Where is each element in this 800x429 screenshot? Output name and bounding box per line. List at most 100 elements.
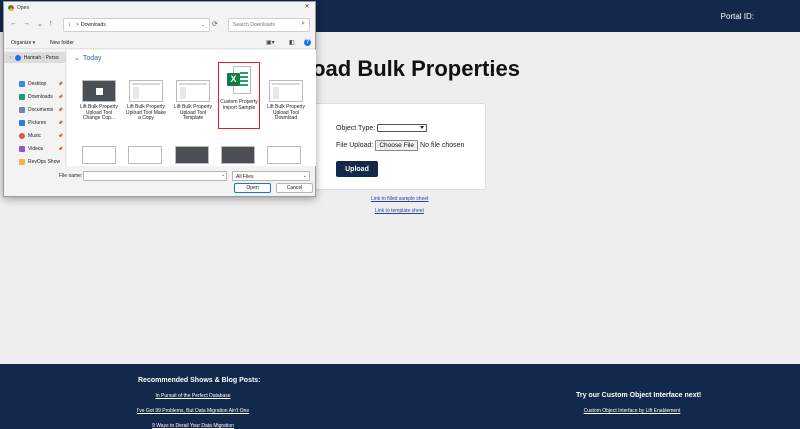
open-button[interactable]: Open <box>234 183 271 193</box>
file-item[interactable]: Lift Bulk Property Upload Tool Make a Co… <box>125 80 167 122</box>
file-item[interactable]: Lift Bulk Property Upload Tool Change Co… <box>78 80 120 122</box>
file-thumbnail[interactable] <box>128 146 162 164</box>
search-placeholder: Search Downloads <box>233 22 275 28</box>
chrome-icon <box>8 5 14 11</box>
documents-icon <box>19 106 25 113</box>
footer: Recommended Shows & Blog Posts: In Pursu… <box>0 364 800 429</box>
videos-icon <box>19 145 25 152</box>
chevron-down-icon[interactable]: ⌄ <box>221 172 225 178</box>
portal-id-label: Portal ID: <box>720 12 754 21</box>
choose-file-button[interactable]: Choose File <box>375 140 419 151</box>
address-bar[interactable]: ↓ > Downloads ⌄ <box>63 18 210 32</box>
file-type-select[interactable]: All Files ⌄ <box>232 171 310 181</box>
file-thumbnail[interactable] <box>267 146 301 164</box>
command-bar: Organize ▾ New folder ▣▾ ◧ ? <box>4 37 315 49</box>
close-icon[interactable]: ✕ <box>301 3 313 10</box>
search-icon: ⌕ <box>301 20 305 27</box>
sidebar-item-label: Hannah - Perso <box>23 54 59 61</box>
sidebar-item-label: Videos <box>28 145 44 152</box>
sidebar-item-music[interactable]: Music 📌 <box>4 130 66 141</box>
file-thumbnail[interactable] <box>175 146 209 164</box>
file-upload-label: File Upload: <box>336 142 374 149</box>
file-type-value: All Files <box>236 174 254 180</box>
pin-icon: 📌 <box>58 133 63 138</box>
file-name: Lift Bulk Property Upload Tool Download <box>266 104 306 122</box>
help-icon[interactable]: ? <box>304 39 311 46</box>
search-box[interactable]: Search Downloads ⌕ <box>228 18 310 32</box>
dialog-title: Open <box>17 5 30 11</box>
footer-try-title: Try our Custom Object Interface next! <box>576 392 702 399</box>
group-title: Today <box>82 54 102 62</box>
footer-link[interactable]: 9 Ways to Derail Your Data Migration <box>152 423 234 429</box>
custom-object-interface-link[interactable]: Custom Object Interface by Lift Enableme… <box>584 408 681 414</box>
up-arrow-icon[interactable]: ↑ <box>49 20 53 27</box>
file-name: Lift Bulk Property Upload Tool Change Co… <box>79 104 119 122</box>
sidebar-item-label: Desktop <box>28 80 47 87</box>
file-thumbnail <box>269 80 303 102</box>
upload-form-card: Object Type: File Upload: Choose File No… <box>306 103 486 190</box>
new-folder-button[interactable]: New folder <box>50 40 74 46</box>
sidebar-item-videos[interactable]: Videos 📌 <box>4 143 66 154</box>
upload-button[interactable]: Upload <box>336 161 378 177</box>
desktop-icon <box>19 80 25 87</box>
sidebar-item-pictures[interactable]: Pictures 📌 <box>4 117 66 128</box>
footer-recommended-title: Recommended Shows & Blog Posts: <box>138 377 261 384</box>
dialog-bottom-bar: File name: ⌄ All Files ⌄ Open Cancel <box>4 168 315 196</box>
pin-icon: 📌 <box>58 146 63 151</box>
file-thumbnail <box>82 80 116 102</box>
file-name: Lift Bulk Property Upload Tool Make a Co… <box>126 104 166 122</box>
open-file-dialog: Open ✕ ← → ⌄ ↑ ↓ > Downloads ⌄ ⟳ Search … <box>3 1 316 197</box>
file-name: Custom Property Import Sample <box>220 99 258 111</box>
file-thumbnail <box>129 80 163 102</box>
pin-icon: 📌 <box>58 107 63 112</box>
cancel-button[interactable]: Cancel <box>276 183 313 193</box>
navigation-pane: › Hannah - Perso Desktop 📌 Downloads 📌 D… <box>4 50 66 166</box>
footer-link[interactable]: In Pursuit of the Perfect Database <box>155 393 230 399</box>
downloads-icon: ↓ <box>68 21 72 28</box>
group-header-today[interactable]: ⌄ Today <box>74 54 102 63</box>
page-title: load Bulk Properties <box>306 56 520 81</box>
sidebar-item-label: Downloads <box>28 93 53 100</box>
file-item[interactable]: Lift Bulk Property Upload Tool Download <box>265 80 307 122</box>
pin-icon: 📌 <box>58 94 63 99</box>
template-sheet-link[interactable]: Link to template sheet <box>375 208 424 214</box>
path-separator: > <box>76 22 79 28</box>
cloud-icon <box>14 54 21 61</box>
view-options-icon[interactable]: ▣▾ <box>266 39 275 46</box>
chevron-right-icon: › <box>10 54 12 61</box>
sidebar-item-label: Music <box>28 132 42 139</box>
forward-arrow-icon[interactable]: → <box>23 20 30 27</box>
chevron-down-icon[interactable]: ⌄ <box>201 22 205 28</box>
file-item-selected[interactable]: X Custom Property Import Sample <box>218 62 260 129</box>
sidebar-item-label: Documents <box>28 106 54 113</box>
filled-sample-link[interactable]: Link to filled sample sheet <box>371 196 429 202</box>
sidebar-item-documents[interactable]: Documents 📌 <box>4 104 66 115</box>
file-thumbnail[interactable] <box>221 146 255 164</box>
file-thumbnail <box>176 80 210 102</box>
excel-file-icon: X <box>227 66 251 94</box>
sidebar-item-onedrive[interactable]: › Hannah - Perso <box>4 52 66 63</box>
file-item[interactable]: Lift Bulk Property Upload Tool Template <box>172 80 214 122</box>
sidebar-item-desktop[interactable]: Desktop 📌 <box>4 78 66 89</box>
file-name-input[interactable] <box>83 171 227 181</box>
sidebar-item-downloads[interactable]: Downloads 📌 <box>4 91 66 102</box>
chevron-down-icon: ⌄ <box>302 173 307 179</box>
object-type-row: Object Type: <box>336 124 428 132</box>
chevron-down-icon: ⌄ <box>74 55 80 62</box>
object-type-select[interactable] <box>377 124 428 132</box>
object-type-label: Object Type: <box>336 124 376 132</box>
file-name-label: File name: <box>59 173 83 179</box>
sidebar-item-revops-show[interactable]: RevOps Show <box>4 156 66 167</box>
preview-pane-icon[interactable]: ◧ <box>289 39 295 46</box>
refresh-icon[interactable]: ⟳ <box>212 20 218 28</box>
file-name: Lift Bulk Property Upload Tool Template <box>173 104 213 122</box>
footer-link[interactable]: I've Got 99 Problems, But Data Migration… <box>137 408 249 414</box>
recent-locations-chevron-icon[interactable]: ⌄ <box>37 20 43 28</box>
sidebar-item-label: Pictures <box>28 119 47 126</box>
dialog-titlebar: Open ✕ <box>4 2 315 14</box>
back-arrow-icon[interactable]: ← <box>10 20 17 27</box>
file-thumbnail[interactable] <box>82 146 116 164</box>
organize-button[interactable]: Organize ▾ <box>11 40 35 46</box>
music-icon <box>19 132 25 139</box>
folder-icon <box>19 158 25 165</box>
